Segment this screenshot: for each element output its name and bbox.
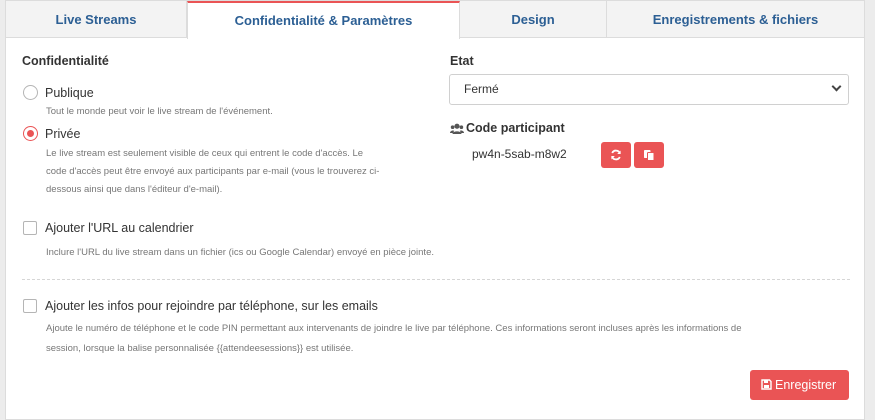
state-heading: Etat bbox=[450, 54, 474, 68]
state-select-value: Fermé bbox=[464, 82, 499, 96]
private-label: Privée bbox=[45, 127, 81, 141]
chevron-down-icon bbox=[831, 81, 842, 92]
privacy-heading: Confidentialité bbox=[22, 54, 109, 68]
save-button[interactable]: Enregistrer bbox=[750, 370, 849, 400]
radio-public[interactable] bbox=[23, 85, 38, 100]
save-button-label: Enregistrer bbox=[775, 378, 837, 392]
participant-code-value: pw4n-5sab-m8w2 bbox=[472, 147, 567, 161]
participant-code-heading: Code participant bbox=[466, 121, 565, 135]
tab-bar: Live Streams Confidentialité & Paramètre… bbox=[6, 1, 864, 39]
state-select[interactable]: Fermé bbox=[449, 74, 849, 105]
private-help-line-1: Le live stream est seulement visible de … bbox=[46, 148, 364, 159]
phone-help-line-1: Ajoute le numéro de téléphone et le code… bbox=[46, 323, 742, 334]
radio-private[interactable] bbox=[23, 126, 38, 141]
tab-enregistrements-fichiers[interactable]: Enregistrements & fichiers bbox=[607, 1, 864, 38]
public-label: Publique bbox=[45, 86, 94, 100]
settings-panel: Live Streams Confidentialité & Paramètre… bbox=[5, 0, 865, 420]
private-help-line-2: code d'accès peut être envoyé aux partic… bbox=[46, 166, 380, 177]
public-help: Tout le monde peut voir le live stream d… bbox=[46, 106, 273, 117]
users-icon bbox=[450, 122, 464, 140]
copy-icon bbox=[644, 150, 655, 161]
regenerate-code-button[interactable] bbox=[601, 142, 631, 168]
phone-checkbox[interactable] bbox=[23, 299, 37, 313]
phone-label: Ajouter les infos pour rejoindre par tél… bbox=[45, 299, 378, 313]
private-help-line-3: dessous ainsi que dans l'éditeur d'e-mai… bbox=[46, 184, 223, 195]
calendar-checkbox[interactable] bbox=[23, 221, 37, 235]
calendar-label: Ajouter l'URL au calendrier bbox=[45, 221, 194, 235]
copy-code-button[interactable] bbox=[634, 142, 664, 168]
refresh-icon bbox=[611, 149, 621, 161]
phone-help-line-2: session, lorsque la balise personnalisée… bbox=[46, 343, 354, 354]
tab-design[interactable]: Design bbox=[460, 1, 607, 38]
tab-confidentialite-parametres[interactable]: Confidentialité & Paramètres bbox=[187, 1, 460, 39]
section-divider bbox=[22, 279, 850, 280]
floppy-disk-icon bbox=[761, 379, 772, 390]
calendar-help: Inclure l'URL du live stream dans un fic… bbox=[46, 247, 434, 258]
tab-live-streams[interactable]: Live Streams bbox=[6, 1, 187, 38]
